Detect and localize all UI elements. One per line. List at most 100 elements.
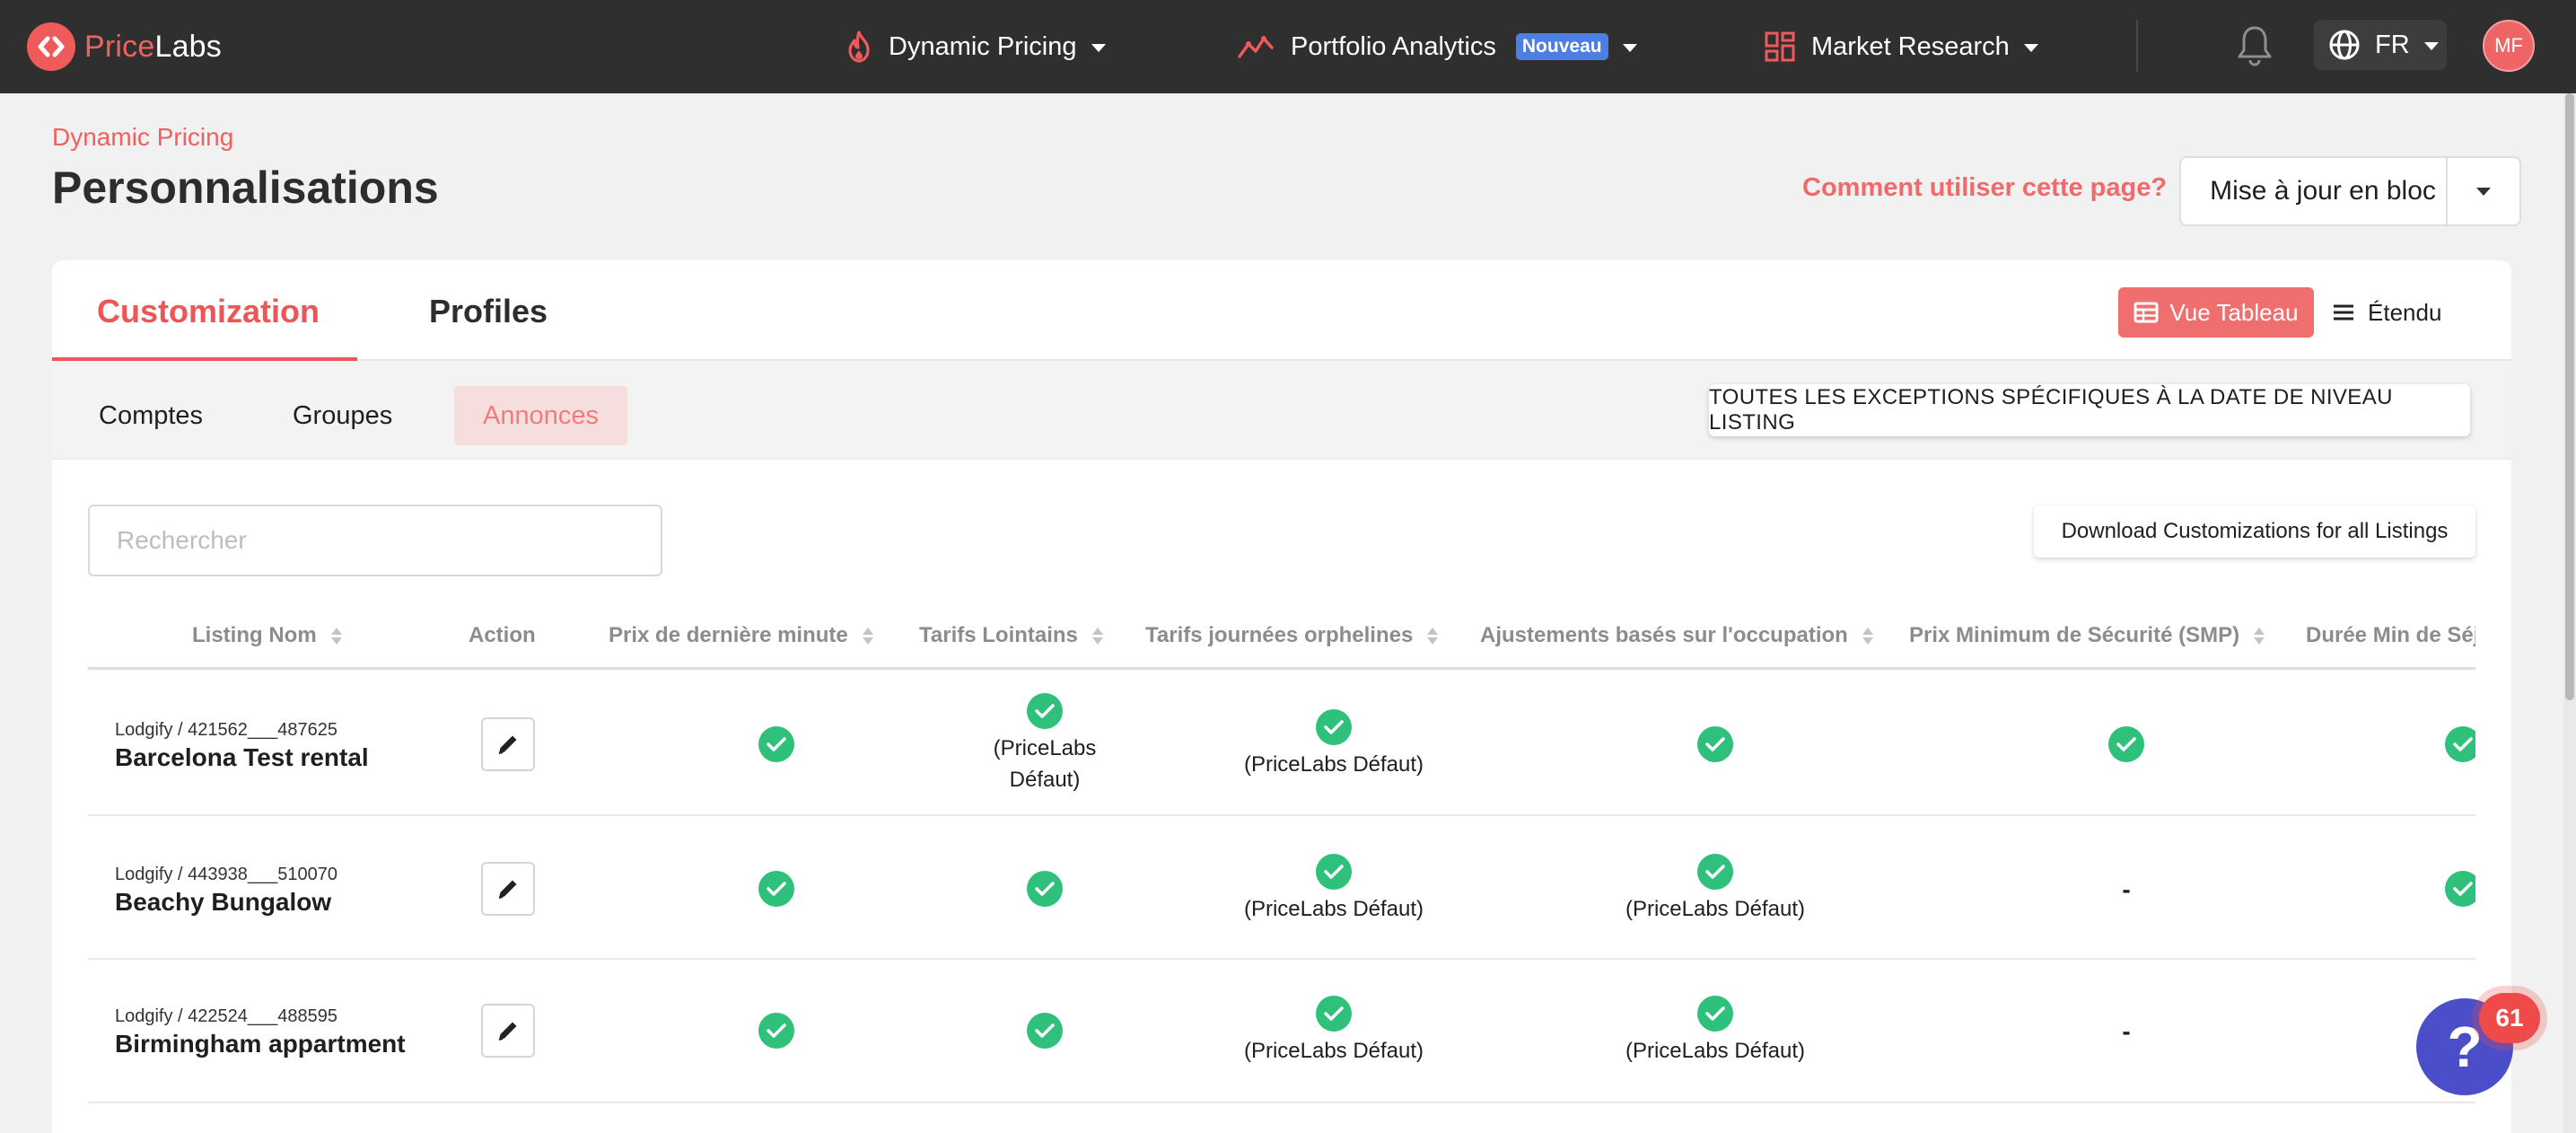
tab-profiles[interactable]: Profiles bbox=[429, 293, 548, 330]
notifications-bell-icon[interactable] bbox=[2235, 23, 2274, 68]
column-header-far-out[interactable]: Tarifs Lointains bbox=[919, 602, 1103, 670]
nav-portfolio-analytics-label: Portfolio Analytics bbox=[1291, 31, 1496, 61]
column-header-min-stay[interactable]: Durée Min de Séjour bbox=[2306, 602, 2475, 670]
date-exceptions-button[interactable]: TOUTES LES EXCEPTIONS SPÉCIFIQUES À LA D… bbox=[1709, 384, 2470, 436]
logo-text-part1: Price bbox=[84, 29, 155, 64]
column-header-label: Prix de dernière minute bbox=[609, 623, 848, 647]
pricelabs-logo-icon bbox=[27, 22, 75, 71]
default-note: (PriceLabs Défaut) bbox=[1625, 1038, 1806, 1063]
customizations-card: Customization Profiles Vue Tableau Étend… bbox=[52, 260, 2511, 1133]
subtab-listings[interactable]: Annonces bbox=[454, 386, 627, 445]
scrollbar-thumb[interactable] bbox=[2565, 93, 2574, 700]
listing-name[interactable]: Birmingham appartment bbox=[115, 1030, 406, 1058]
bulk-update-button[interactable]: Mise à jour en bloc bbox=[2179, 156, 2466, 226]
check-circle-icon bbox=[2108, 726, 2144, 762]
bulk-update-dropdown-button[interactable] bbox=[2446, 156, 2521, 226]
edit-button[interactable] bbox=[481, 1004, 535, 1058]
column-header-orphan-days[interactable]: Tarifs journées orphelines bbox=[1145, 602, 1439, 670]
table-view-button[interactable]: Vue Tableau bbox=[2118, 287, 2314, 338]
search-input[interactable] bbox=[88, 505, 662, 576]
nav-divider bbox=[2136, 20, 2138, 72]
subtab-groups[interactable]: Groupes bbox=[264, 386, 421, 445]
check-circle-icon bbox=[758, 1013, 794, 1049]
default-note: (PriceLabs Défaut) bbox=[1243, 751, 1424, 777]
column-header-label: Tarifs Lointains bbox=[919, 623, 1078, 647]
table-row: Lodgify / 443938___510070 Beachy Bungalo… bbox=[88, 818, 2475, 960]
page-scrollbar[interactable] bbox=[2563, 93, 2576, 1133]
sort-icon[interactable] bbox=[1091, 627, 1103, 645]
cell-min-price: - bbox=[1992, 962, 2261, 1100]
cell-occupancy: (PriceLabs Défaut) bbox=[1581, 962, 1850, 1100]
chevron-down-icon bbox=[2023, 44, 2038, 52]
pencil-icon bbox=[498, 735, 517, 754]
column-header-min-price[interactable]: Prix Minimum de Sécurité (SMP) bbox=[1909, 602, 2265, 670]
column-header-label: Durée Min de Séjour bbox=[2306, 623, 2475, 647]
breadcrumb[interactable]: Dynamic Pricing bbox=[52, 123, 233, 152]
tab-customization[interactable]: Customization bbox=[97, 293, 320, 330]
nav-dynamic-pricing[interactable]: Dynamic Pricing bbox=[846, 23, 1106, 70]
check-circle-icon bbox=[758, 871, 794, 907]
listings-table: Listing Nom Action Prix de dernière minu… bbox=[88, 602, 2475, 1133]
main-tabs: Customization Profiles Vue Tableau Étend… bbox=[52, 260, 2511, 361]
page-title: Personnalisations bbox=[52, 162, 439, 213]
help-notification-count[interactable]: 61 bbox=[2479, 993, 2540, 1043]
download-customizations-button[interactable]: Download Customizations for all Listings bbox=[2034, 505, 2475, 558]
pencil-icon bbox=[498, 880, 517, 899]
logo-text: PriceLabs bbox=[84, 30, 222, 65]
edit-button[interactable] bbox=[481, 862, 535, 916]
cell-last-minute bbox=[723, 672, 830, 816]
sort-icon[interactable] bbox=[2254, 627, 2265, 645]
column-header-label: Action bbox=[469, 623, 536, 647]
language-code: FR bbox=[2375, 30, 2410, 59]
language-selector[interactable]: FR bbox=[2314, 20, 2447, 70]
column-header-label: Prix Minimum de Sécurité (SMP) bbox=[1909, 623, 2240, 647]
cell-far-out bbox=[955, 818, 1135, 960]
sort-icon[interactable] bbox=[330, 627, 342, 645]
cell-orphan-days: (PriceLabs Défaut) bbox=[1199, 962, 1468, 1100]
default-note-line1: (PriceLabs bbox=[993, 736, 1097, 760]
sort-icon[interactable] bbox=[1862, 627, 1873, 645]
check-circle-icon bbox=[1697, 853, 1733, 890]
empty-value: - bbox=[2122, 874, 2131, 903]
check-circle-icon bbox=[1316, 853, 1352, 890]
trend-chart-icon bbox=[1238, 36, 1274, 58]
listing-source: Lodgify / 421562___487625 bbox=[115, 720, 338, 740]
cell-last-minute bbox=[723, 962, 830, 1100]
nav-portfolio-analytics[interactable]: Portfolio Analytics Nouveau bbox=[1237, 23, 1637, 70]
user-avatar[interactable]: MF bbox=[2483, 20, 2535, 72]
cell-occupancy bbox=[1581, 672, 1850, 816]
extended-view-label: Étendu bbox=[2368, 298, 2442, 326]
new-badge: Nouveau bbox=[1515, 33, 1608, 60]
listing-name[interactable]: Beachy Bungalow bbox=[115, 888, 331, 917]
listing-source: Lodgify / 443938___510070 bbox=[115, 865, 338, 884]
table-view-label: Vue Tableau bbox=[2169, 298, 2299, 326]
chevron-down-icon bbox=[1091, 44, 1106, 52]
globe-icon bbox=[2329, 30, 2360, 60]
nav-market-research-label: Market Research bbox=[1811, 31, 2010, 61]
pencil-icon bbox=[498, 1022, 517, 1041]
column-header-listing-name[interactable]: Listing Nom bbox=[192, 602, 342, 670]
top-navbar: PriceLabs Dynamic Pricing Portfolio Anal… bbox=[0, 0, 2576, 93]
pricelabs-logo[interactable]: PriceLabs bbox=[27, 20, 222, 74]
edit-button[interactable] bbox=[481, 717, 535, 771]
check-circle-icon bbox=[2445, 871, 2475, 907]
sort-icon[interactable] bbox=[1427, 627, 1439, 645]
list-lines-icon bbox=[2334, 304, 2353, 321]
listing-name[interactable]: Barcelona Test rental bbox=[115, 743, 369, 772]
chevron-down-icon bbox=[1622, 44, 1637, 52]
check-circle-icon bbox=[1697, 726, 1733, 762]
how-to-use-link[interactable]: Comment utiliser cette page? bbox=[1802, 173, 2167, 203]
check-circle-icon bbox=[1316, 995, 1352, 1032]
cell-far-out bbox=[955, 962, 1135, 1100]
check-circle-icon bbox=[1316, 708, 1352, 745]
default-note-line2: Défaut) bbox=[1009, 768, 1081, 792]
logo-text-part2: Labs bbox=[154, 29, 222, 64]
subtab-accounts[interactable]: Comptes bbox=[70, 386, 232, 445]
nav-market-research[interactable]: Market Research bbox=[1765, 23, 2038, 70]
column-header-occupancy[interactable]: Ajustements basés sur l'occupation bbox=[1480, 602, 1873, 670]
column-header-last-minute[interactable]: Prix de dernière minute bbox=[609, 602, 873, 670]
cell-min-stay bbox=[2328, 818, 2475, 960]
extended-view-button[interactable]: Étendu bbox=[2332, 287, 2441, 338]
sort-icon[interactable] bbox=[862, 627, 873, 645]
empty-value: - bbox=[2122, 1016, 2131, 1045]
